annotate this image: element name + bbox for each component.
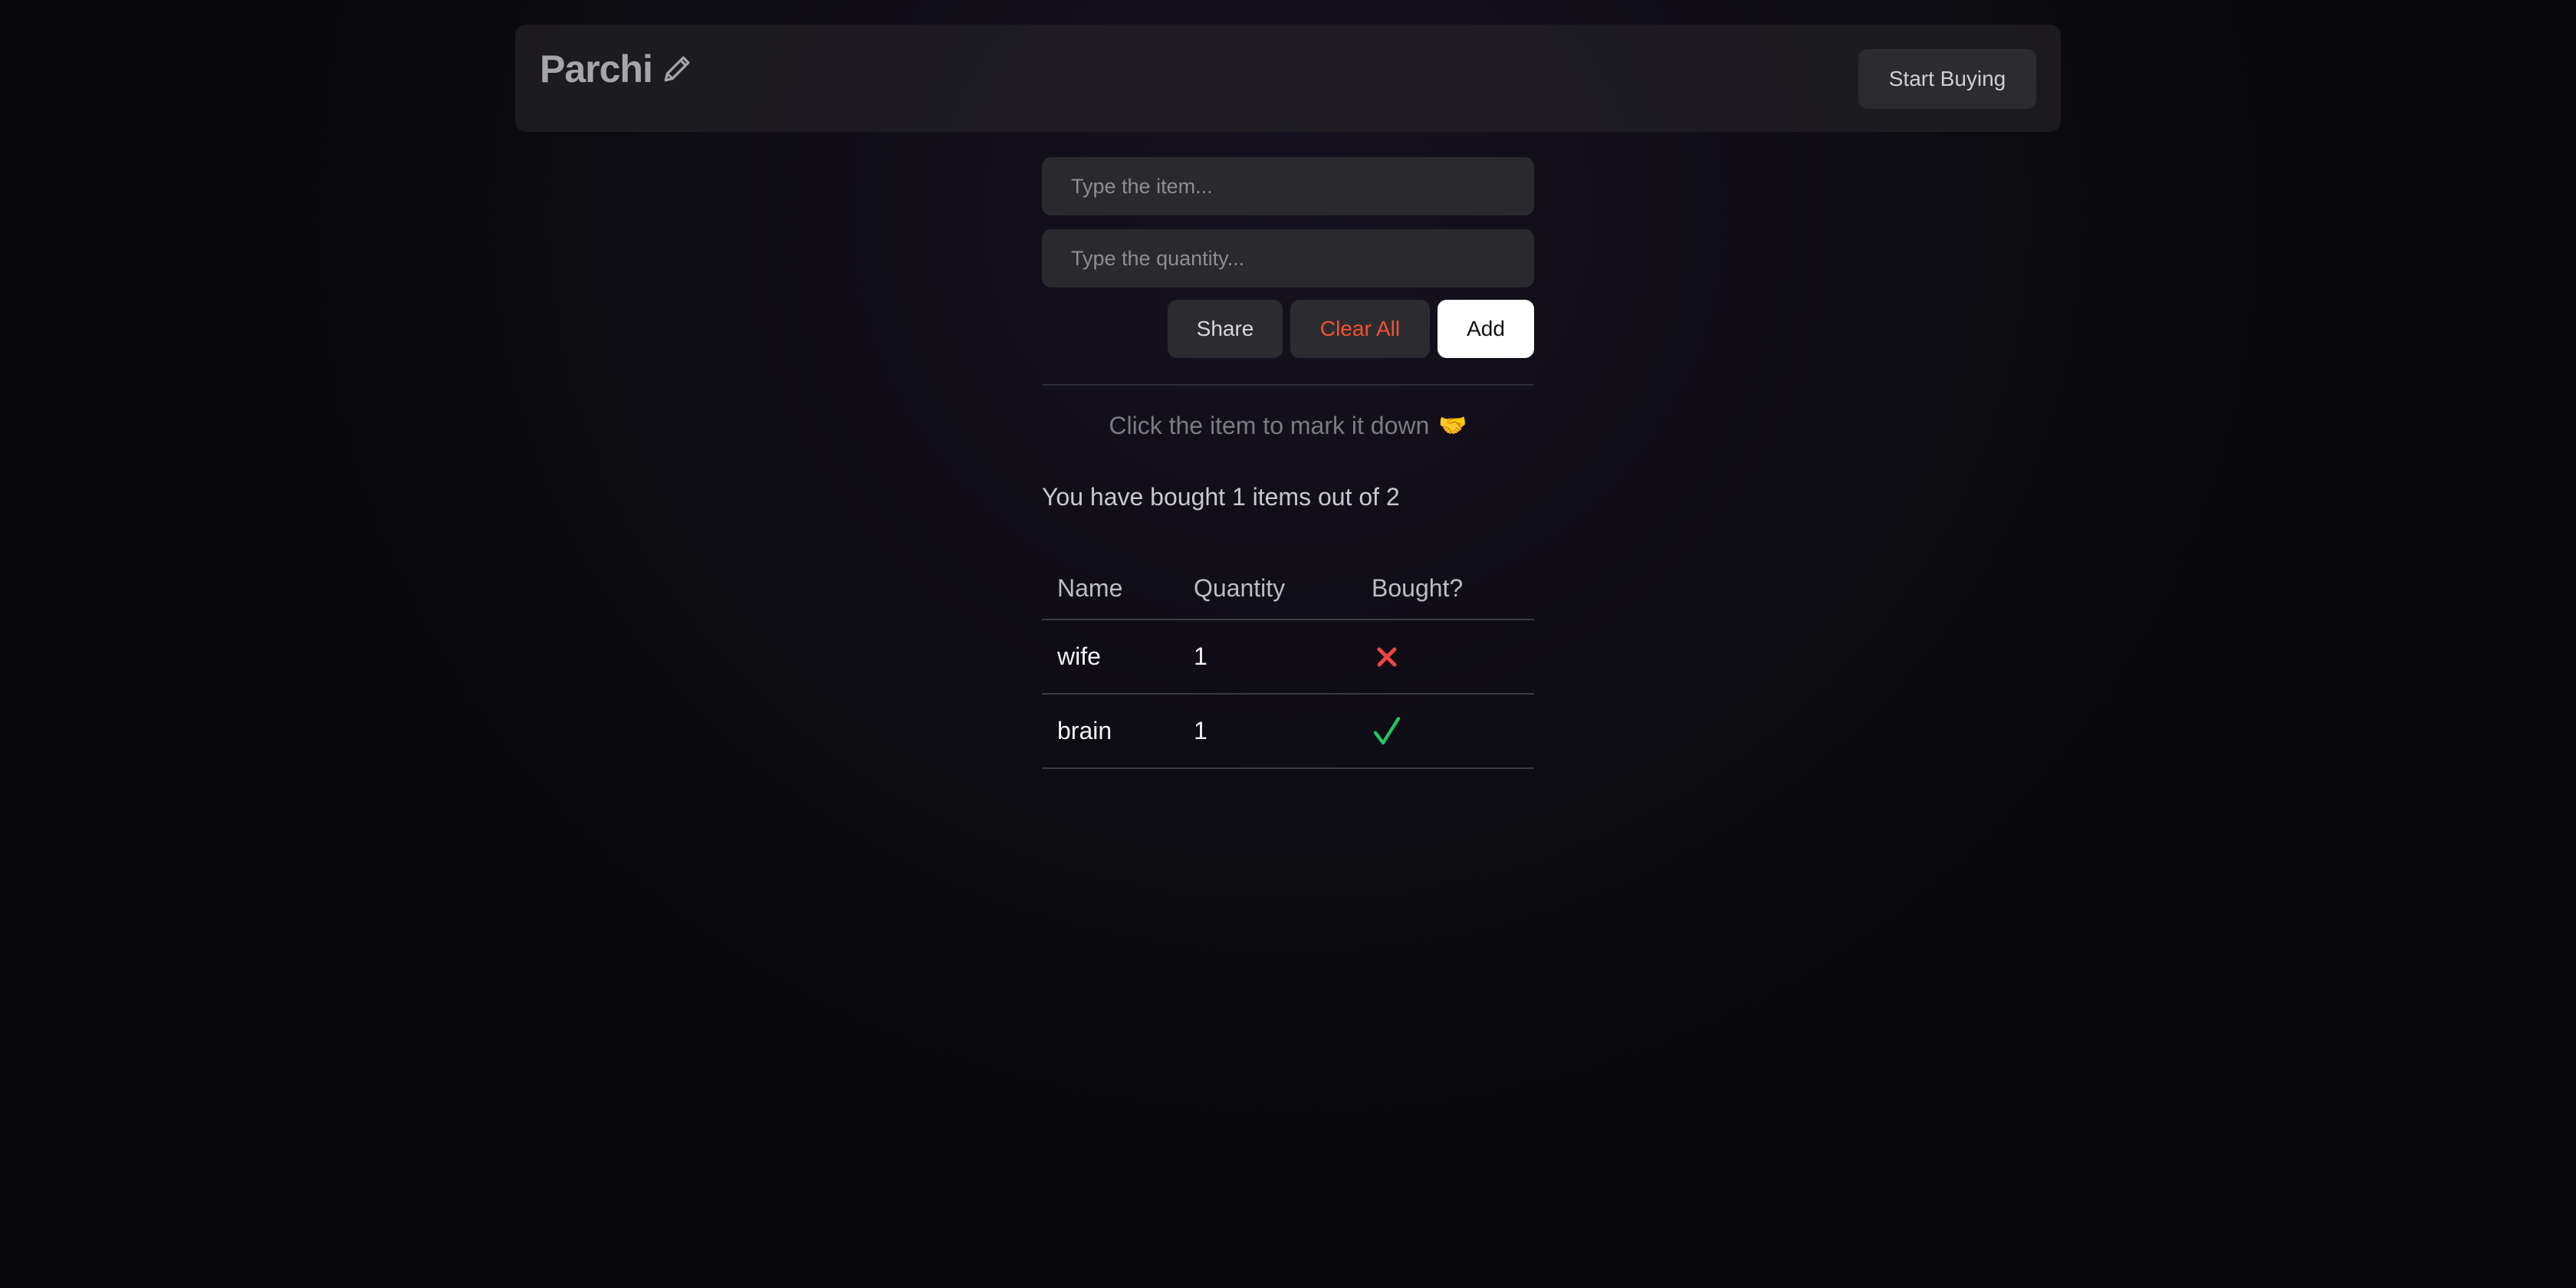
add-button[interactable]: Add bbox=[1438, 300, 1534, 358]
divider bbox=[1042, 384, 1534, 386]
handshake-icon: 🤝 bbox=[1438, 413, 1467, 439]
item-name: brain bbox=[1042, 694, 1178, 769]
items-table: Name Quantity Bought? wife 1 brain 1 bbox=[1042, 557, 1534, 769]
purchase-summary: You have bought 1 items out of 2 bbox=[1042, 483, 1400, 511]
quantity-input[interactable] bbox=[1042, 229, 1534, 288]
cross-icon bbox=[1377, 647, 1397, 667]
item-quantity: 1 bbox=[1178, 694, 1356, 769]
bought-status bbox=[1356, 694, 1534, 769]
pencil-icon bbox=[664, 56, 690, 82]
start-buying-button[interactable]: Start Buying bbox=[1858, 49, 2036, 109]
navbar: Parchi Start Buying bbox=[515, 25, 2061, 132]
item-name: wife bbox=[1042, 619, 1178, 695]
column-header-bought: Bought? bbox=[1356, 557, 1534, 620]
column-header-name: Name bbox=[1042, 557, 1178, 620]
item-quantity: 1 bbox=[1178, 619, 1356, 695]
table-header-row: Name Quantity Bought? bbox=[1042, 557, 1534, 620]
table-row[interactable]: brain 1 bbox=[1042, 694, 1534, 769]
table-row[interactable]: wife 1 bbox=[1042, 619, 1534, 695]
hint-text: Click the item to mark it down bbox=[1109, 412, 1430, 439]
form-actions: Share Clear All Add bbox=[1042, 300, 1534, 358]
column-header-quantity: Quantity bbox=[1178, 557, 1356, 620]
item-input[interactable] bbox=[1042, 157, 1534, 215]
brand-logo[interactable]: Parchi bbox=[540, 47, 694, 91]
hint: Click the item to mark it down 🤝 bbox=[1042, 412, 1534, 440]
brand-title: Parchi bbox=[540, 48, 653, 90]
clear-all-button[interactable]: Clear All bbox=[1290, 300, 1430, 358]
share-button[interactable]: Share bbox=[1168, 300, 1283, 358]
shopping-list-panel: Share Clear All Add Click the item to ma… bbox=[1042, 157, 1534, 769]
bought-status bbox=[1356, 619, 1534, 695]
check-icon bbox=[1373, 716, 1401, 744]
